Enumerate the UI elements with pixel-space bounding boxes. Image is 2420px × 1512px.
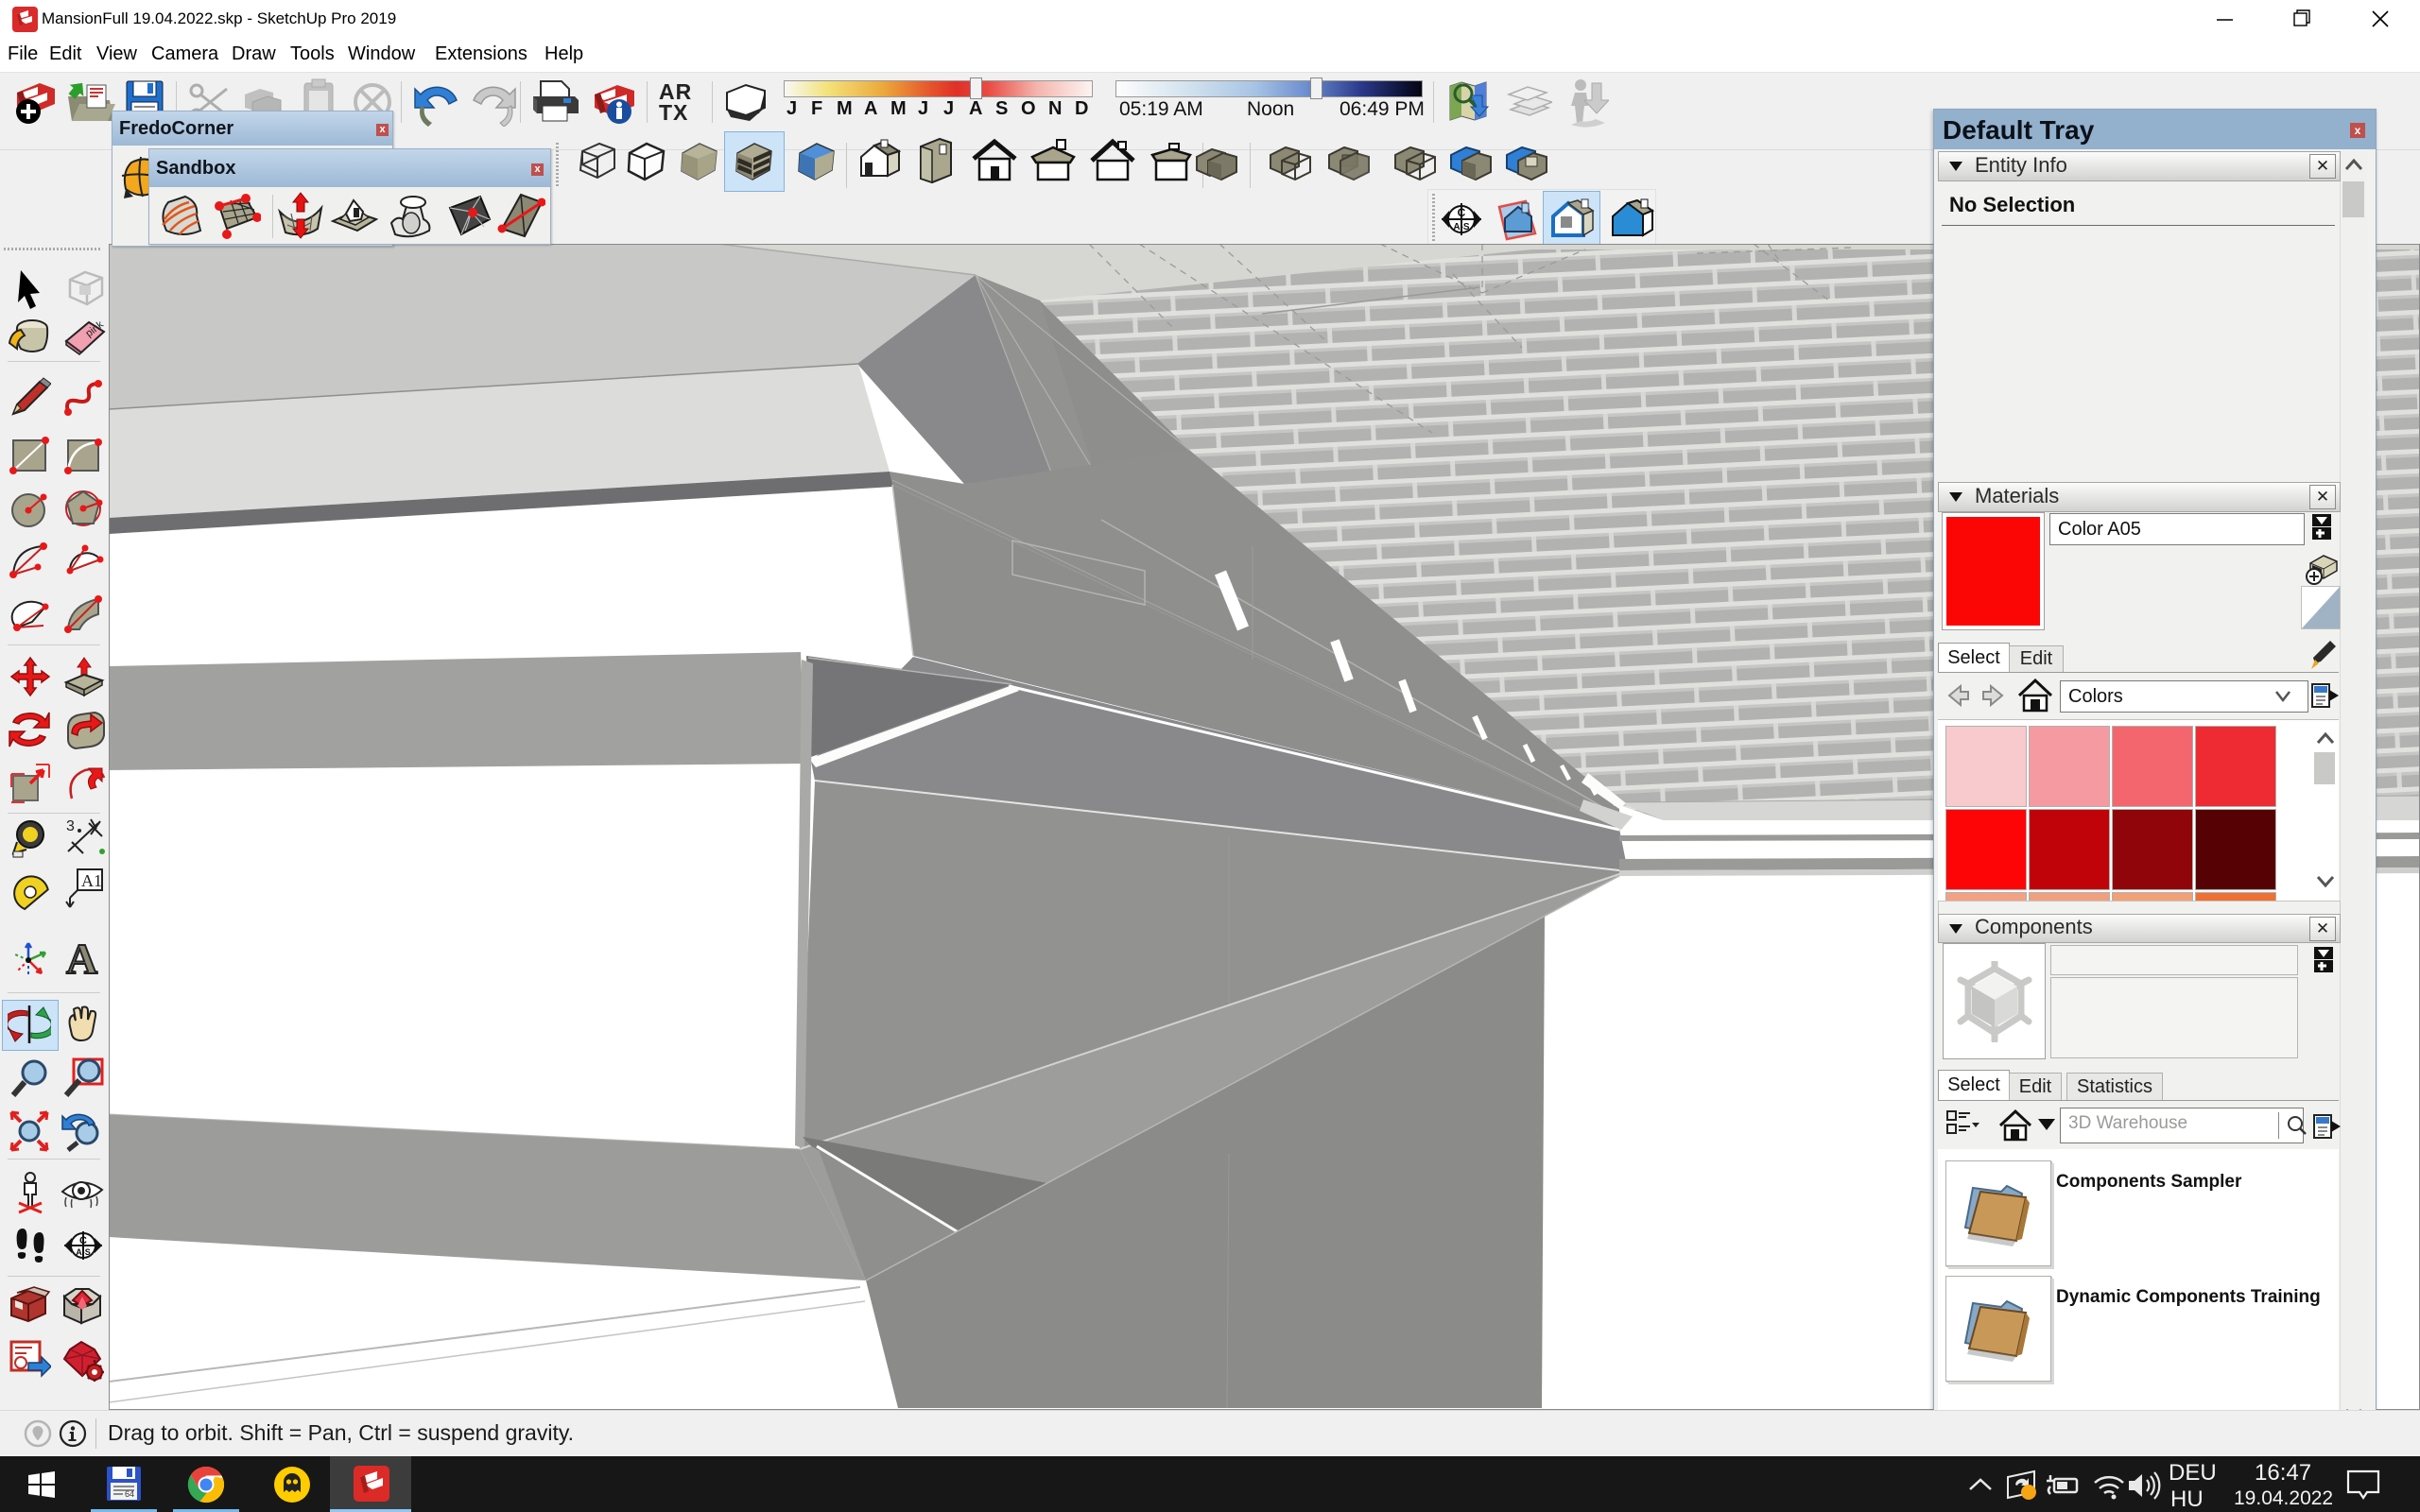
svg-text:A-S: A-S — [1453, 222, 1470, 232]
svg-text:A1: A1 — [81, 871, 102, 890]
svg-text:A: A — [66, 936, 97, 981]
svg-text:C: C — [79, 1235, 87, 1246]
svg-text:C: C — [1458, 206, 1466, 219]
svg-text:A-S: A-S — [76, 1247, 91, 1257]
svg-text:3: 3 — [66, 818, 75, 834]
svg-text:64: 64 — [125, 1489, 134, 1499]
